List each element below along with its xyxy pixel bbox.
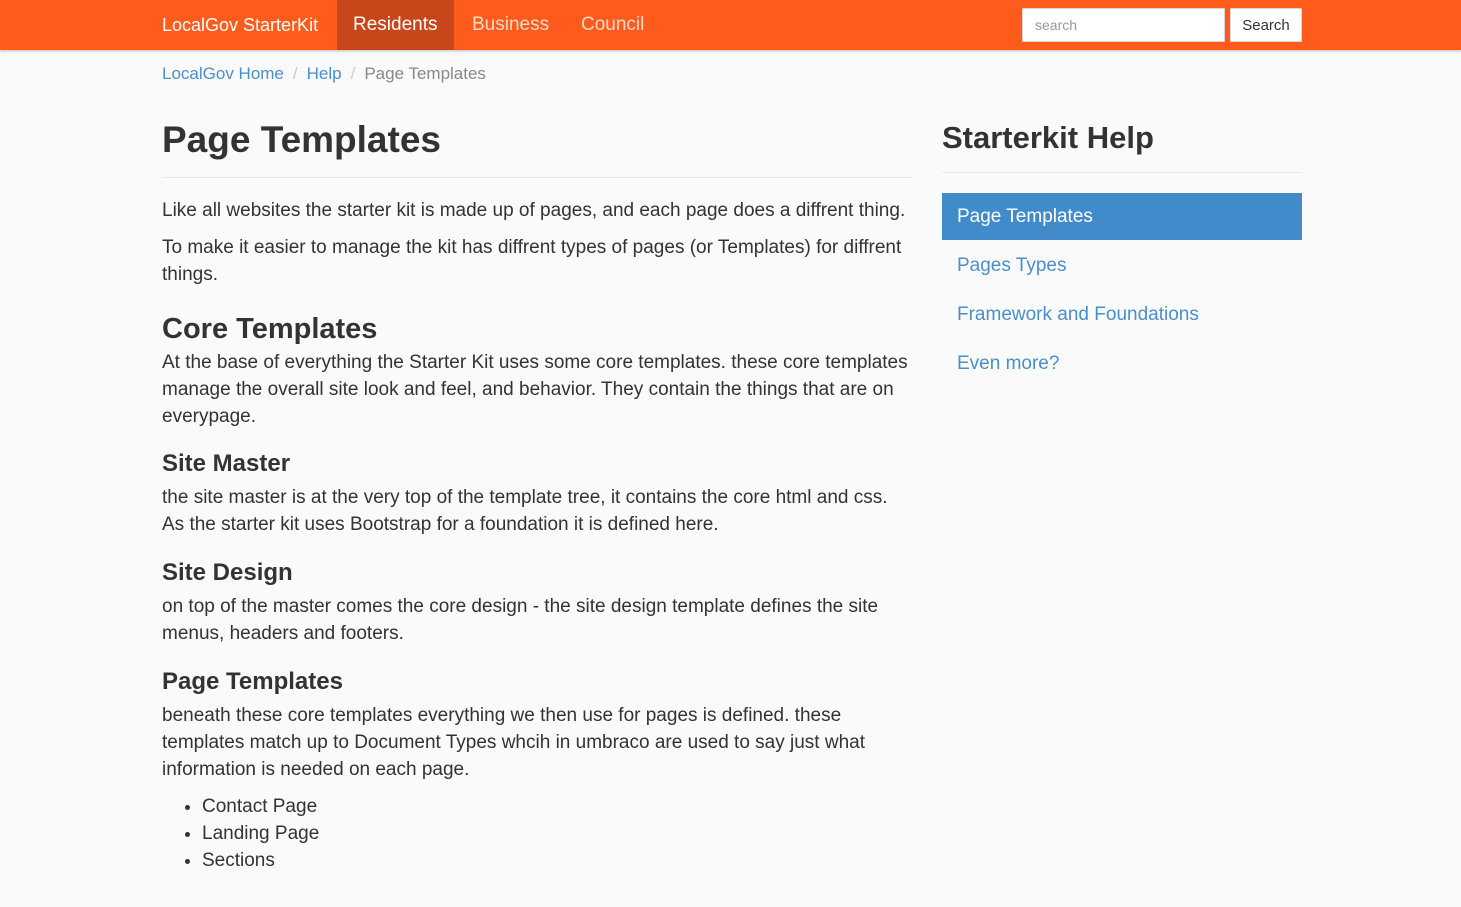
breadcrumb-current: Page Templates bbox=[364, 64, 486, 83]
list-item: Landing Page bbox=[202, 820, 912, 847]
sidebar-item-even-more[interactable]: Even more? bbox=[942, 340, 1302, 387]
nav-item-business[interactable]: Business bbox=[456, 0, 565, 50]
list-item: Sections bbox=[202, 847, 912, 874]
breadcrumb-home-link[interactable]: LocalGov Home bbox=[162, 64, 284, 83]
nav-item-residents[interactable]: Residents bbox=[337, 0, 454, 50]
sidebar-item-page-templates[interactable]: Page Templates bbox=[942, 193, 1302, 240]
list-item: Contact Page bbox=[202, 793, 912, 820]
breadcrumb-separator: / bbox=[350, 64, 356, 83]
breadcrumb-help-link[interactable]: Help bbox=[307, 64, 342, 83]
intro-paragraph: Like all websites the starter kit is mad… bbox=[162, 200, 906, 221]
site-design-heading: Site Design bbox=[162, 559, 293, 586]
page-templates-heading: Page Templates bbox=[162, 668, 343, 695]
intro-paragraph: To make it easier to manage the kit has … bbox=[162, 237, 902, 285]
search-button[interactable]: Search bbox=[1230, 8, 1302, 42]
core-templates-heading: Core Templates bbox=[162, 313, 378, 345]
nav-item-council[interactable]: Council bbox=[565, 0, 660, 50]
sidebar-item-pages-types[interactable]: Pages Types bbox=[942, 242, 1302, 289]
site-design-text: on top of the master comes the core desi… bbox=[162, 596, 879, 644]
template-list: Contact Page Landing Page Sections bbox=[202, 793, 912, 874]
site-master-text: the site master is at the very top of th… bbox=[162, 487, 888, 535]
breadcrumb: LocalGov Home / Help / Page Templates bbox=[162, 62, 486, 86]
breadcrumb-separator: / bbox=[292, 64, 298, 83]
sidebar: Starterkit Help Page Templates Pages Typ… bbox=[942, 110, 1302, 389]
search-input[interactable] bbox=[1022, 8, 1225, 42]
top-navbar: LocalGov StarterKit Residents Business C… bbox=[0, 0, 1461, 50]
core-templates-text: At the base of everything the Starter Ki… bbox=[162, 352, 908, 427]
sidebar-nav: Page Templates Pages Types Framework and… bbox=[942, 193, 1302, 387]
main-content: Page Templates Like all websites the sta… bbox=[162, 110, 912, 874]
page-title: Page Templates bbox=[162, 110, 912, 178]
brand-link[interactable]: LocalGov StarterKit bbox=[162, 0, 318, 50]
sidebar-title: Starterkit Help bbox=[942, 110, 1302, 173]
page-templates-text: beneath these core templates everything … bbox=[162, 705, 865, 780]
site-master-heading: Site Master bbox=[162, 450, 291, 477]
sidebar-item-framework-and-foundations[interactable]: Framework and Foundations bbox=[942, 291, 1302, 338]
